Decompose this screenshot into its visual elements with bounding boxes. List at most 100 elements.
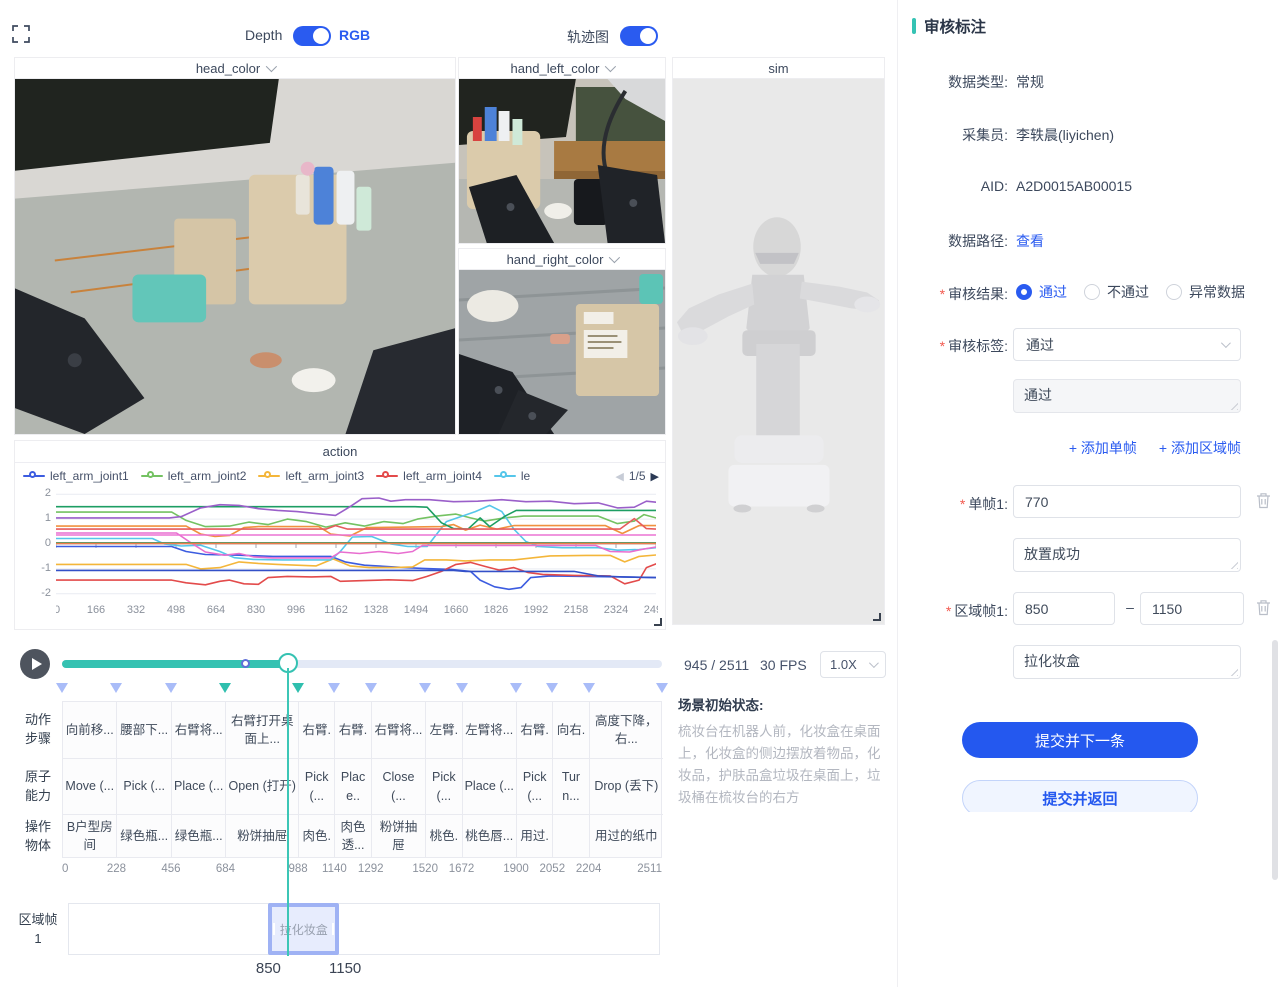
steps-table: 向前移...Move (...B户型房间腰部下...Pick (...绿色瓶..… [62,701,662,858]
step-column: 右臂将...Place (...绿色瓶... [172,702,226,857]
timeline-marker-triangle[interactable] [510,683,522,693]
add-region-frame-link[interactable]: + 添加区域帧 [1159,438,1241,458]
table-cell-ability[interactable]: Close (... [372,759,425,815]
table-cell-step[interactable]: 向右. [553,702,588,759]
review-result-option[interactable]: 不通过 [1084,282,1149,302]
timeline-marker-triangle[interactable] [456,683,468,693]
panel-title: 审核标注 [924,15,986,37]
table-cell-step[interactable]: 右臂. [299,702,334,759]
table-cell-step[interactable]: 向前移... [63,702,116,759]
timeline-marker-triangle[interactable] [328,683,340,693]
step-marker-row [62,683,662,696]
head-camera-header[interactable]: head_color [15,58,455,79]
review-tag-select[interactable]: 通过 [1013,328,1241,361]
legend-item[interactable]: left_arm_joint2 [141,469,247,483]
legend-item[interactable]: le [494,469,530,483]
table-cell-object[interactable]: 桃色唇... [463,815,516,857]
resize-grip-icon[interactable] [1229,560,1238,569]
trajectory-label: 轨迹图 [567,27,609,47]
timeline-marker-triangle[interactable] [583,683,595,693]
legend-next-icon[interactable]: ▶ [651,470,659,483]
table-cell-object[interactable]: 绿色瓶... [117,815,170,857]
delete-region-frame-icon[interactable] [1256,599,1271,616]
add-frame-links: + 添加单帧 + 添加区域帧 [1013,438,1241,458]
timeline-marker-triangle[interactable] [656,683,668,693]
table-cell-step[interactable]: 左臂. [426,702,461,759]
table-cell-object[interactable]: 肉色透... [335,815,370,857]
delete-single-frame-icon[interactable] [1256,492,1271,509]
legend-item[interactable]: left_arm_joint4 [376,469,482,483]
play-button[interactable] [20,649,50,679]
timeline-marker-triangle[interactable] [292,683,304,693]
table-cell-object[interactable]: 绿色瓶... [172,815,225,857]
depth-rgb-toggle[interactable] [293,26,331,46]
table-cell-ability[interactable]: Move (... [63,759,116,815]
radio-icon[interactable] [1084,284,1100,300]
table-cell-ability[interactable]: Turn... [553,759,588,815]
table-cell-object[interactable]: B户型房间 [63,815,116,857]
segment-right-handle[interactable] [332,923,334,935]
table-cell-object[interactable]: 用过. [517,815,552,857]
region-track[interactable]: 拉化妆盒 [68,903,660,955]
table-cell-step[interactable]: 右臂. [517,702,552,759]
timeline-marker-triangle[interactable] [56,683,68,693]
review-result-option[interactable]: 通过 [1016,282,1067,302]
region-note-textarea[interactable]: 拉化妆盒 [1013,645,1241,679]
data-path-link[interactable]: 查看 [1016,231,1044,251]
table-cell-step[interactable]: 高度下降，右... [590,702,663,759]
table-cell-object[interactable]: 用过的纸巾 [590,815,663,857]
region-segment[interactable]: 拉化妆盒 [268,903,339,955]
table-cell-step[interactable]: 右臂. [335,702,370,759]
add-single-frame-link[interactable]: + 添加单帧 [1069,438,1137,458]
timeline-marker-triangle[interactable] [546,683,558,693]
timeline-marker-triangle[interactable] [110,683,122,693]
region-start-input[interactable] [1013,592,1115,625]
submit-next-button[interactable]: 提交并下一条 [962,722,1198,758]
single-frame-input[interactable] [1013,485,1241,518]
hand-left-camera-header[interactable]: hand_left_color [459,58,665,79]
timeline-marker-triangle[interactable] [219,683,231,693]
fullscreen-icon[interactable] [12,25,30,43]
hand-right-camera-header[interactable]: hand_right_color [459,249,665,270]
sim-viewport[interactable] [673,79,884,624]
data-type-label: 数据类型: [948,72,1008,92]
table-cell-ability[interactable]: Drop (丢下) [590,759,663,815]
legend-item[interactable]: left_arm_joint1 [23,469,129,483]
legend-item[interactable]: left_arm_joint3 [258,469,364,483]
radio-icon[interactable] [1016,284,1032,300]
table-cell-ability[interactable]: Place (... [172,759,225,815]
timeline-marker-triangle[interactable] [365,683,377,693]
resize-grip-icon[interactable] [1229,401,1238,410]
segment-left-handle[interactable] [273,923,275,935]
single-frame-note-textarea[interactable]: 放置成功 [1013,538,1241,572]
table-cell-step[interactable]: 右臂将... [172,702,225,759]
table-cell-object[interactable]: 粉饼抽屉 [372,815,425,857]
timeline-marker-triangle[interactable] [419,683,431,693]
table-cell-ability[interactable]: Place (... [463,759,516,815]
trajectory-toggle[interactable] [620,26,658,46]
radio-icon[interactable] [1166,284,1182,300]
table-cell-step[interactable]: 腰部下... [117,702,170,759]
table-cell-ability[interactable]: Pick (... [426,759,461,815]
table-cell-step[interactable]: 右臂将... [372,702,425,759]
timeline-slider[interactable] [62,660,662,668]
timeline-marker-triangle[interactable] [165,683,177,693]
table-cell-ability[interactable]: Place.. [335,759,370,815]
review-comment-textarea[interactable]: 通过 [1013,379,1241,413]
table-cell-object[interactable] [553,815,588,857]
submit-back-button[interactable]: 提交并返回 [962,780,1198,812]
table-cell-step[interactable]: 左臂将... [463,702,516,759]
legend-prev-icon[interactable]: ◀ [615,470,623,483]
table-cell-ability[interactable]: Pick (... [117,759,170,815]
resize-grip-icon[interactable] [1229,667,1238,676]
table-cell-ability[interactable]: Pick (... [517,759,552,815]
table-cell-object[interactable]: 桃色. [426,815,461,857]
review-result-option[interactable]: 异常数据 [1166,282,1245,302]
speed-select[interactable]: 1.0X [820,651,886,678]
table-cell-ability[interactable]: Pick (... [299,759,334,815]
table-cell-object[interactable]: 肉色. [299,815,334,857]
scrollbar-thumb[interactable] [1272,640,1278,880]
resize-corner-icon[interactable] [654,618,662,626]
region-end-input[interactable] [1140,592,1244,625]
resize-corner-icon[interactable] [873,613,881,621]
